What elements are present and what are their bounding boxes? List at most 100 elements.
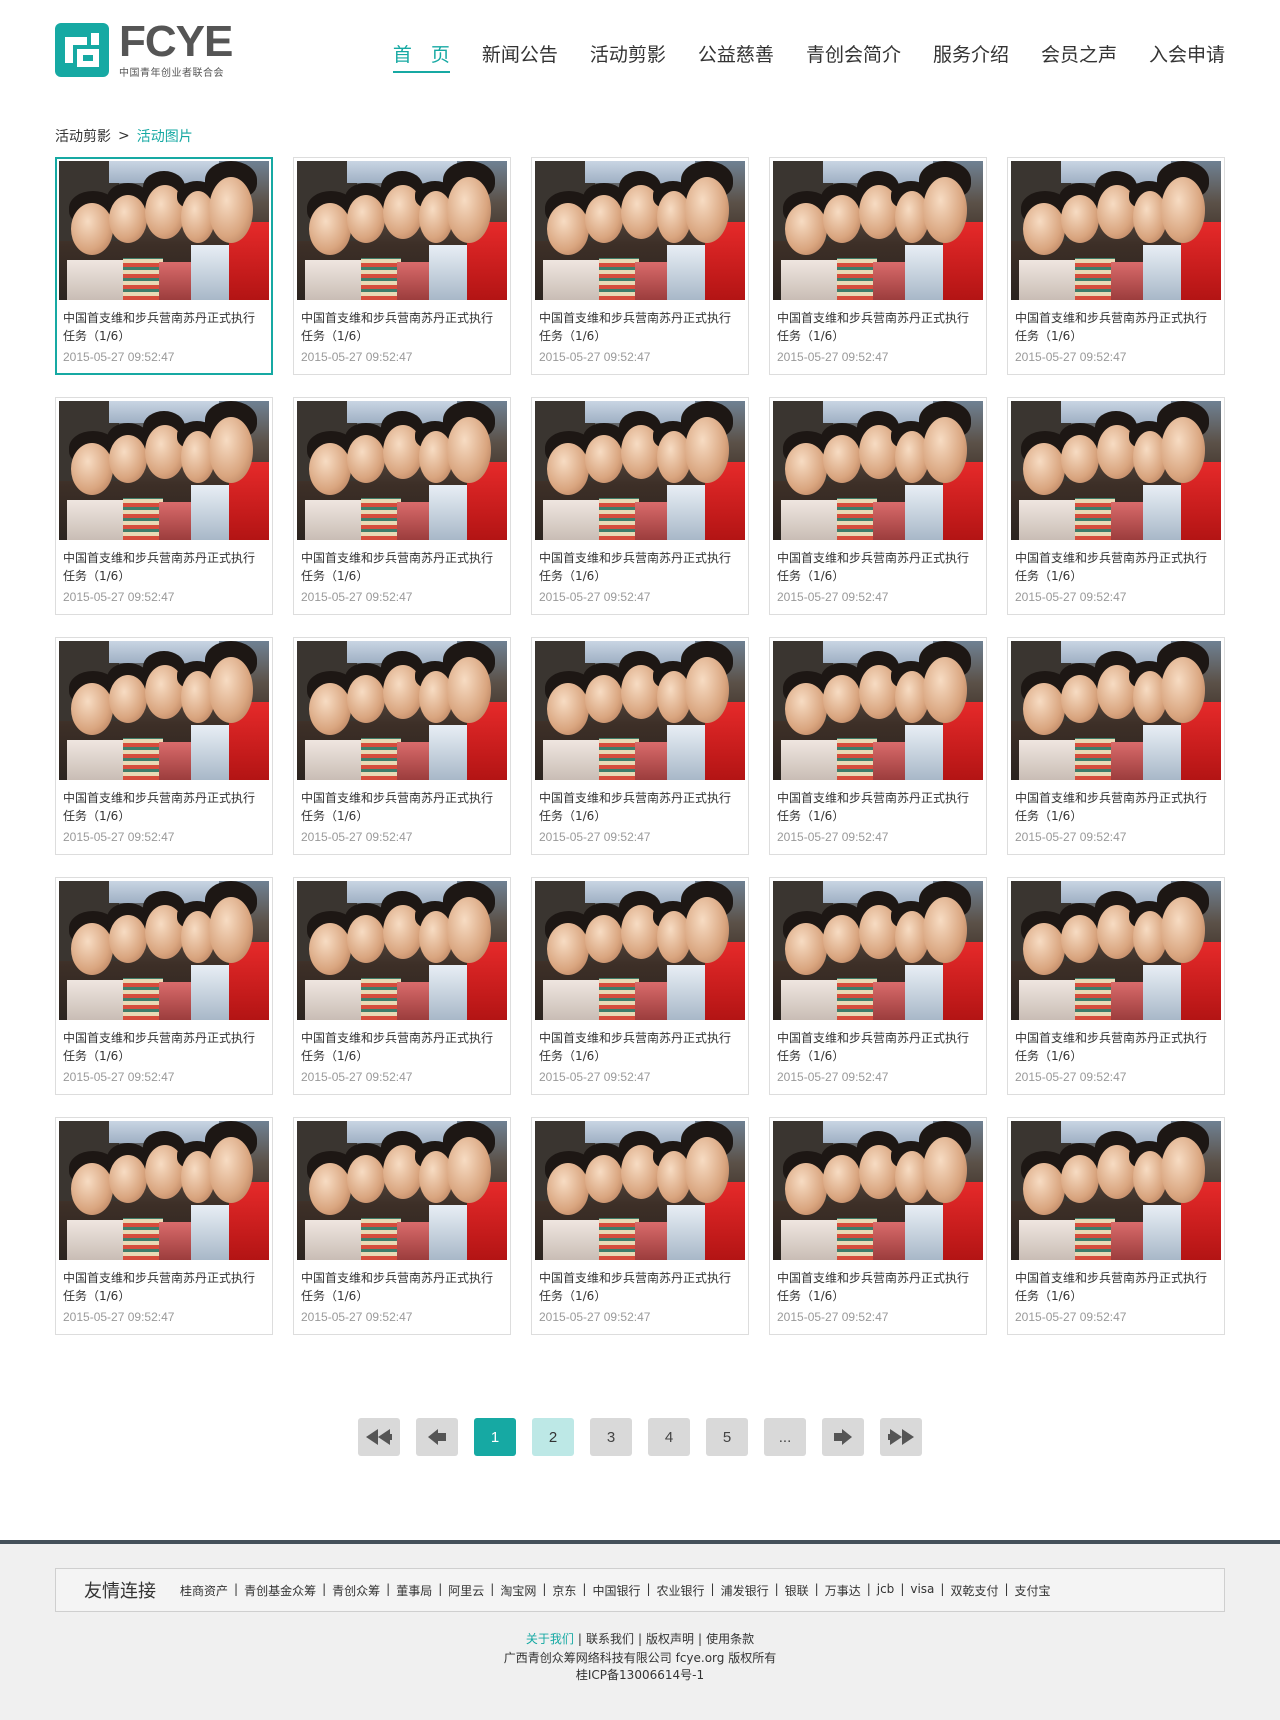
gallery-photo[interactable]	[773, 401, 983, 540]
gallery-card-title[interactable]: 中国首支维和步兵营南苏丹正式执行任务（1/6）	[539, 1269, 741, 1305]
page-button-1[interactable]: 1	[474, 1418, 516, 1456]
gallery-card-title[interactable]: 中国首支维和步兵营南苏丹正式执行任务（1/6）	[539, 309, 741, 345]
footer-nav-link[interactable]: 联系我们	[586, 1632, 634, 1646]
gallery-card[interactable]: 中国首支维和步兵营南苏丹正式执行任务（1/6） 2015-05-27 09:52:…	[769, 397, 987, 615]
friend-link[interactable]: 浦发银行	[721, 1582, 769, 1599]
gallery-card[interactable]: 中国首支维和步兵营南苏丹正式执行任务（1/6） 2015-05-27 09:52:…	[769, 157, 987, 375]
gallery-card-title[interactable]: 中国首支维和步兵营南苏丹正式执行任务（1/6）	[301, 789, 503, 825]
gallery-photo[interactable]	[59, 401, 269, 540]
gallery-card-title[interactable]: 中国首支维和步兵营南苏丹正式执行任务（1/6）	[1015, 789, 1217, 825]
friend-link[interactable]: 万事达	[825, 1582, 861, 1599]
nav-item-2[interactable]: 新闻公告	[482, 42, 558, 72]
nav-item-7[interactable]: 会员之声	[1041, 42, 1117, 72]
gallery-card[interactable]: 中国首支维和步兵营南苏丹正式执行任务（1/6） 2015-05-27 09:52:…	[1007, 1117, 1225, 1335]
friend-link[interactable]: 青创众筹	[332, 1582, 380, 1599]
first-page-button[interactable]	[358, 1418, 400, 1456]
gallery-card[interactable]: 中国首支维和步兵营南苏丹正式执行任务（1/6） 2015-05-27 09:52:…	[55, 157, 273, 375]
gallery-card[interactable]: 中国首支维和步兵营南苏丹正式执行任务（1/6） 2015-05-27 09:52:…	[293, 157, 511, 375]
gallery-photo[interactable]	[59, 881, 269, 1020]
gallery-card-title[interactable]: 中国首支维和步兵营南苏丹正式执行任务（1/6）	[777, 789, 979, 825]
gallery-card-title[interactable]: 中国首支维和步兵营南苏丹正式执行任务（1/6）	[1015, 309, 1217, 345]
gallery-card-title[interactable]: 中国首支维和步兵营南苏丹正式执行任务（1/6）	[301, 1269, 503, 1305]
next-page-button[interactable]	[822, 1418, 864, 1456]
site-logo[interactable]: FCYE 中国青年创业者联合会	[55, 19, 245, 79]
gallery-card-title[interactable]: 中国首支维和步兵营南苏丹正式执行任务（1/6）	[63, 549, 265, 585]
gallery-card-title[interactable]: 中国首支维和步兵营南苏丹正式执行任务（1/6）	[1015, 1269, 1217, 1305]
gallery-photo[interactable]	[1011, 881, 1221, 1020]
gallery-card-title[interactable]: 中国首支维和步兵营南苏丹正式执行任务（1/6）	[539, 549, 741, 585]
footer-nav-link[interactable]: 版权声明	[646, 1632, 694, 1646]
gallery-card[interactable]: 中国首支维和步兵营南苏丹正式执行任务（1/6） 2015-05-27 09:52:…	[769, 1117, 987, 1335]
gallery-photo[interactable]	[773, 161, 983, 300]
nav-item-6[interactable]: 服务介绍	[933, 42, 1009, 72]
gallery-card-title[interactable]: 中国首支维和步兵营南苏丹正式执行任务（1/6）	[301, 309, 503, 345]
page-button-4[interactable]: 4	[648, 1418, 690, 1456]
gallery-photo[interactable]	[535, 161, 745, 300]
gallery-photo[interactable]	[297, 881, 507, 1020]
friend-link[interactable]: 阿里云	[448, 1582, 484, 1599]
nav-item-8[interactable]: 入会申请	[1149, 42, 1225, 72]
gallery-card-title[interactable]: 中国首支维和步兵营南苏丹正式执行任务（1/6）	[301, 549, 503, 585]
gallery-photo[interactable]	[1011, 641, 1221, 780]
friend-link[interactable]: 青创基金众筹	[244, 1582, 316, 1599]
friend-link[interactable]: 淘宝网	[500, 1582, 536, 1599]
gallery-card-title[interactable]: 中国首支维和步兵营南苏丹正式执行任务（1/6）	[63, 309, 265, 345]
gallery-card[interactable]: 中国首支维和步兵营南苏丹正式执行任务（1/6） 2015-05-27 09:52:…	[1007, 157, 1225, 375]
gallery-photo[interactable]	[297, 401, 507, 540]
gallery-card-title[interactable]: 中国首支维和步兵营南苏丹正式执行任务（1/6）	[1015, 1029, 1217, 1065]
nav-item-4[interactable]: 公益慈善	[698, 42, 774, 72]
gallery-card[interactable]: 中国首支维和步兵营南苏丹正式执行任务（1/6） 2015-05-27 09:52:…	[1007, 397, 1225, 615]
gallery-photo[interactable]	[297, 641, 507, 780]
gallery-card[interactable]: 中国首支维和步兵营南苏丹正式执行任务（1/6） 2015-05-27 09:52:…	[55, 1117, 273, 1335]
gallery-photo[interactable]	[535, 641, 745, 780]
gallery-card-title[interactable]: 中国首支维和步兵营南苏丹正式执行任务（1/6）	[777, 309, 979, 345]
friend-link[interactable]: 双乾支付	[950, 1582, 998, 1599]
gallery-photo[interactable]	[59, 1121, 269, 1260]
gallery-photo[interactable]	[297, 1121, 507, 1260]
breadcrumb-parent[interactable]: 活动剪影	[55, 126, 111, 146]
gallery-card[interactable]: 中国首支维和步兵营南苏丹正式执行任务（1/6） 2015-05-27 09:52:…	[769, 877, 987, 1095]
gallery-card[interactable]: 中国首支维和步兵营南苏丹正式执行任务（1/6） 2015-05-27 09:52:…	[1007, 637, 1225, 855]
friend-link[interactable]: 支付宝	[1015, 1582, 1051, 1599]
gallery-card[interactable]: 中国首支维和步兵营南苏丹正式执行任务（1/6） 2015-05-27 09:52:…	[293, 877, 511, 1095]
page-button-5[interactable]: 5	[706, 1418, 748, 1456]
gallery-card[interactable]: 中国首支维和步兵营南苏丹正式执行任务（1/6） 2015-05-27 09:52:…	[55, 637, 273, 855]
gallery-card-title[interactable]: 中国首支维和步兵营南苏丹正式执行任务（1/6）	[63, 1029, 265, 1065]
gallery-photo[interactable]	[535, 401, 745, 540]
gallery-card[interactable]: 中国首支维和步兵营南苏丹正式执行任务（1/6） 2015-05-27 09:52:…	[293, 637, 511, 855]
gallery-card[interactable]: 中国首支维和步兵营南苏丹正式执行任务（1/6） 2015-05-27 09:52:…	[55, 877, 273, 1095]
gallery-photo[interactable]	[297, 161, 507, 300]
footer-nav-link[interactable]: 关于我们	[526, 1632, 574, 1646]
gallery-photo[interactable]	[773, 881, 983, 1020]
page-button-2[interactable]: 2	[532, 1418, 574, 1456]
gallery-photo[interactable]	[1011, 1121, 1221, 1260]
gallery-card[interactable]: 中国首支维和步兵营南苏丹正式执行任务（1/6） 2015-05-27 09:52:…	[531, 1117, 749, 1335]
gallery-card-title[interactable]: 中国首支维和步兵营南苏丹正式执行任务（1/6）	[777, 1269, 979, 1305]
gallery-photo[interactable]	[535, 881, 745, 1020]
gallery-card[interactable]: 中国首支维和步兵营南苏丹正式执行任务（1/6） 2015-05-27 09:52:…	[531, 637, 749, 855]
friend-link[interactable]: 中国银行	[592, 1582, 640, 1599]
friend-link[interactable]: 京东	[552, 1582, 576, 1599]
friend-link[interactable]: 董事局	[396, 1582, 432, 1599]
footer-nav-link[interactable]: 使用条款	[706, 1632, 754, 1646]
friend-link[interactable]: jcb	[877, 1582, 895, 1599]
nav-item-1[interactable]: 首 页	[392, 42, 450, 73]
gallery-photo[interactable]	[535, 1121, 745, 1260]
gallery-card[interactable]: 中国首支维和步兵营南苏丹正式执行任务（1/6） 2015-05-27 09:52:…	[1007, 877, 1225, 1095]
gallery-card-title[interactable]: 中国首支维和步兵营南苏丹正式执行任务（1/6）	[1015, 549, 1217, 585]
page-button-3[interactable]: 3	[590, 1418, 632, 1456]
gallery-card[interactable]: 中国首支维和步兵营南苏丹正式执行任务（1/6） 2015-05-27 09:52:…	[769, 637, 987, 855]
prev-page-button[interactable]	[416, 1418, 458, 1456]
gallery-card[interactable]: 中国首支维和步兵营南苏丹正式执行任务（1/6） 2015-05-27 09:52:…	[531, 397, 749, 615]
gallery-photo[interactable]	[59, 641, 269, 780]
gallery-card-title[interactable]: 中国首支维和步兵营南苏丹正式执行任务（1/6）	[777, 1029, 979, 1065]
gallery-card-title[interactable]: 中国首支维和步兵营南苏丹正式执行任务（1/6）	[777, 549, 979, 585]
friend-link[interactable]: 桂商资产	[180, 1582, 228, 1599]
last-page-button[interactable]	[880, 1418, 922, 1456]
gallery-card[interactable]: 中国首支维和步兵营南苏丹正式执行任务（1/6） 2015-05-27 09:52:…	[293, 1117, 511, 1335]
nav-item-5[interactable]: 青创会简介	[806, 42, 901, 72]
friend-link[interactable]: 农业银行	[657, 1582, 705, 1599]
gallery-card[interactable]: 中国首支维和步兵营南苏丹正式执行任务（1/6） 2015-05-27 09:52:…	[531, 157, 749, 375]
gallery-card-title[interactable]: 中国首支维和步兵营南苏丹正式执行任务（1/6）	[63, 789, 265, 825]
gallery-photo[interactable]	[773, 641, 983, 780]
